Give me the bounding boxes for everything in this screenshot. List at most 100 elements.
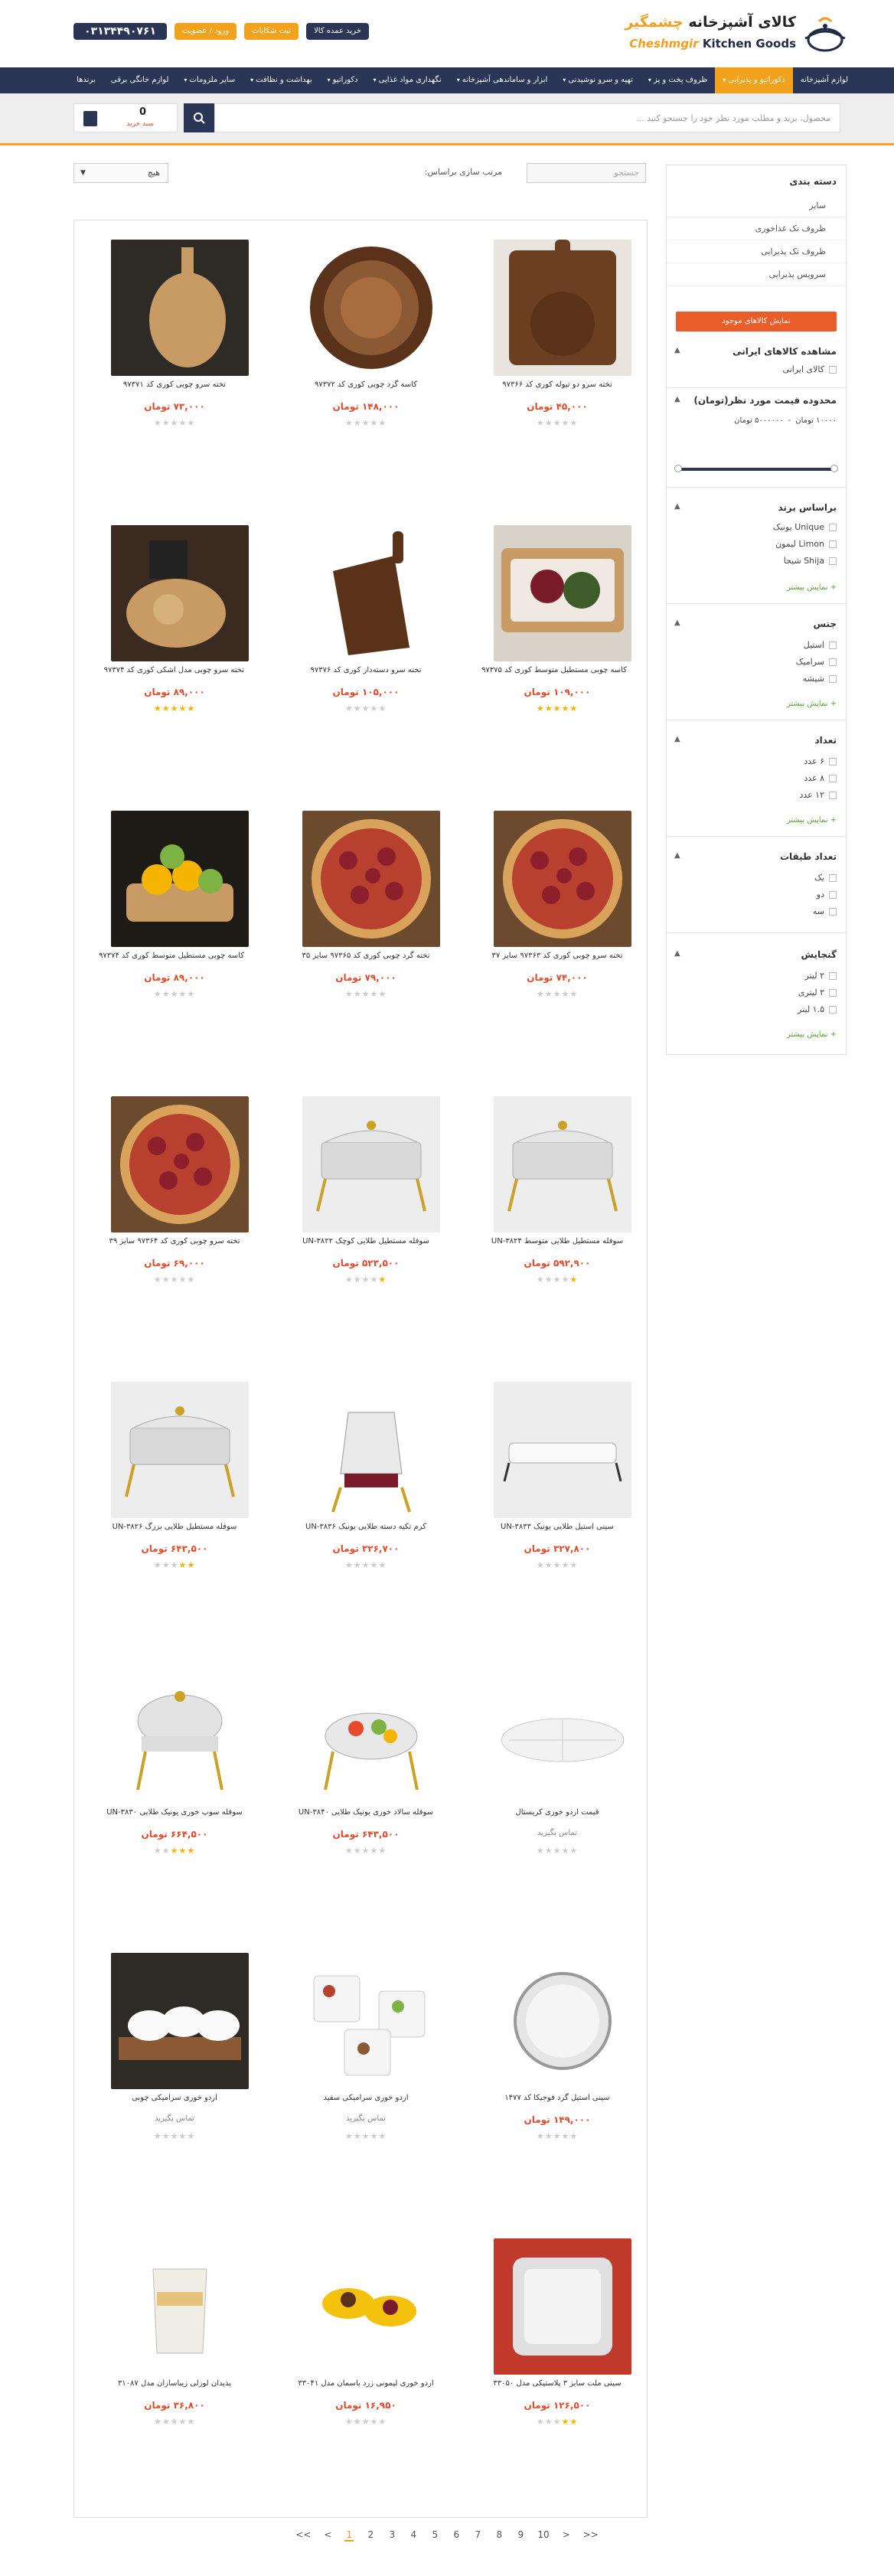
product-name[interactable]: سوفله سالاد خوری یونیک طلایی UN-۳۸۴۰ xyxy=(293,1807,439,1817)
capacity-checkbox[interactable]: ۲ لیتر xyxy=(805,971,837,981)
product-card[interactable]: کرم تکیه دسته طلایی یونیک UN-۳۸۳۶ ۳۲۶,۷۰۰… xyxy=(293,1363,440,1592)
product-name[interactable]: کاسه چوبی مستطیل متوسط کوری کد ۹۷۳۷۴ xyxy=(99,951,247,961)
chevron-up-icon[interactable]: ▲ xyxy=(674,395,680,403)
wholesale-button[interactable]: خرید عمده کالا xyxy=(306,23,369,40)
product-card[interactable]: تخته سرو دو تیوله کوری کد ۹۷۳۶۶ ۴۵,۰۰۰ تو… xyxy=(485,220,631,450)
yellow-bowls-img[interactable] xyxy=(302,2238,440,2375)
product-name[interactable]: تخته سرو چوبی مدل اشکی کوری کد ۹۷۳۷۴ xyxy=(102,665,247,675)
checkbox-box[interactable] xyxy=(829,641,837,649)
chafing-dish-img[interactable] xyxy=(111,1382,249,1518)
page-link[interactable]: < xyxy=(323,2529,332,2542)
product-card[interactable]: تخته سرو چوبی مدل اشکی کوری کد ۹۷۳۷۴ ۸۹,۰… xyxy=(102,506,249,736)
product-image[interactable] xyxy=(302,1667,440,1804)
product-name[interactable]: قیمت اردو خوری کریستال xyxy=(485,1807,630,1817)
product-name[interactable]: اردو خوری سرامیکی سفید xyxy=(293,2093,439,2103)
checkbox-box[interactable] xyxy=(829,971,837,980)
product-name[interactable]: کاسه گرد چوبی کوری کد ۹۷۳۷۲ xyxy=(293,380,439,390)
page-link[interactable]: 4 xyxy=(409,2529,418,2542)
checkbox-box[interactable] xyxy=(829,774,837,782)
wood-paddle-img[interactable] xyxy=(111,240,249,376)
page-link[interactable]: 1 xyxy=(344,2529,354,2542)
show-more-link[interactable]: + نمایش بیشتر xyxy=(787,816,837,824)
product-name[interactable]: تخته سرو دو تیوله کوری کد ۹۷۳۶۶ xyxy=(485,380,630,390)
checkbox-box[interactable] xyxy=(829,557,837,565)
search-button[interactable] xyxy=(184,103,214,132)
checkbox-box[interactable] xyxy=(829,1005,837,1014)
product-card[interactable]: اردو خوری سرامیکی سفید تماس بگیرید ★★★★★ xyxy=(293,1934,440,2163)
product-card[interactable]: سوفله مستطیل طلایی کوچک UN-۳۸۲۲ ۵۲۳,۵۰۰ ت… xyxy=(293,1077,440,1307)
phone-number[interactable]: ۰۳۱۳۴۴۹۰۷۶۱ xyxy=(73,23,167,40)
count-checkbox[interactable]: ۸ عدد xyxy=(804,773,837,783)
product-image[interactable] xyxy=(494,1382,631,1518)
nav-item[interactable]: برندها xyxy=(69,67,103,93)
complaint-button[interactable]: ثبت شکایات xyxy=(244,23,299,40)
product-image[interactable] xyxy=(302,1096,440,1232)
material-checkbox[interactable]: شیشه xyxy=(803,674,837,684)
product-name[interactable]: سینی ملت سایز ۳ پلاستیکی مدل ۳۳۰۵۰ xyxy=(485,2378,630,2388)
product-card[interactable]: سوفله مستطیل طلایی متوسط UN-۳۸۲۴ ۵۹۲,۹۰۰ … xyxy=(485,1077,631,1307)
product-image[interactable] xyxy=(494,1096,631,1232)
crystal-plate-img[interactable] xyxy=(494,1667,631,1804)
search-input[interactable]: محصول، برند و مطلب مورد نظر خود را جستجو… xyxy=(214,103,840,132)
product-name[interactable]: پذیدان لوزلی زیباسازان مدل ۳۱۰۸۷ xyxy=(102,2378,247,2388)
product-card[interactable]: تخته سرو چوبی کوری کد ۹۷۳۶۳ سایز ۳۷ ۷۴,۰۰… xyxy=(485,792,631,1021)
page-link[interactable]: > xyxy=(562,2529,571,2542)
nav-item[interactable]: دکوراتیو و پذیرایی▾ xyxy=(715,67,793,93)
product-card[interactable]: تخته سرو چوبی کوری کد ۹۷۳۷۱ ۷۳,۰۰۰ تومان ★… xyxy=(102,220,249,450)
checkbox-box[interactable] xyxy=(829,988,837,997)
page-link[interactable]: 2 xyxy=(366,2529,375,2542)
brand-checkbox[interactable]: Unique یونیک xyxy=(773,522,837,532)
product-image[interactable] xyxy=(111,1953,249,2089)
checkbox-box[interactable] xyxy=(829,791,837,799)
product-card[interactable]: پذیدان لوزلی زیباسازان مدل ۳۱۰۸۷ ۳۶,۸۰۰ ت… xyxy=(102,2219,249,2449)
product-name[interactable]: تخته سرو چوبی کوری کد ۹۷۳۶۳ سایز ۳۷ xyxy=(485,951,630,961)
ceramic-wood-img[interactable] xyxy=(111,1953,249,2089)
show-more-link[interactable]: + نمایش بیشتر xyxy=(787,583,837,592)
brand-checkbox[interactable]: Shija شیجا xyxy=(784,556,837,566)
product-image[interactable] xyxy=(302,1382,440,1518)
product-card[interactable]: سینی استیل گرد فوجیکا کد ۱۴۷۷ ۱۴۹,۰۰۰ توم… xyxy=(485,1934,631,2163)
checkbox-box[interactable] xyxy=(829,757,837,766)
page-link[interactable]: 9 xyxy=(516,2529,525,2542)
show-more-link[interactable]: + نمایش بیشتر xyxy=(787,700,837,708)
fruit-tray-img[interactable] xyxy=(111,811,249,947)
chafing-dish-img[interactable] xyxy=(494,1096,631,1232)
nav-item[interactable]: بهداشت و نظافت▾ xyxy=(243,67,319,93)
product-image[interactable] xyxy=(494,525,631,661)
warmer-jug-img[interactable] xyxy=(302,1382,440,1518)
checkbox-box[interactable] xyxy=(829,674,837,683)
product-name[interactable]: تخته سرو چوبی کوری کد ۹۷۳۷۱ xyxy=(102,380,247,390)
product-card[interactable]: کاسه گرد چوبی کوری کد ۹۷۳۷۲ ۱۴۸,۰۰۰ تومان… xyxy=(293,220,440,450)
price-slider[interactable] xyxy=(674,465,838,472)
pizza-board-img[interactable] xyxy=(494,811,631,947)
category-item[interactable]: سایر xyxy=(667,194,846,217)
product-image[interactable] xyxy=(302,1953,440,2089)
checkbox-box[interactable] xyxy=(829,523,837,531)
checkbox-box[interactable] xyxy=(829,658,837,666)
tiers-checkbox[interactable]: دو xyxy=(817,890,837,899)
product-name[interactable]: تخته سرو چوبی کوری کد ۹۷۳۶۴ سایز ۳۹ xyxy=(102,1236,247,1246)
wood-handle-board-img[interactable] xyxy=(302,525,440,661)
product-card[interactable]: تخته گرد چوبی کوری کد ۹۷۳۶۵ سایز ۳۵ ۷۹,۰۰… xyxy=(293,792,440,1021)
nav-item[interactable]: دکوراتیو▾ xyxy=(320,67,366,93)
nav-item[interactable]: سایر ملزومات▾ xyxy=(176,67,243,93)
page-link[interactable]: 6 xyxy=(452,2529,461,2542)
page-link[interactable]: 5 xyxy=(430,2529,439,2542)
product-name[interactable]: سینی استیل طلایی یونیک UN-۳۸۳۳ xyxy=(485,1522,630,1532)
checkbox-box[interactable] xyxy=(829,873,837,882)
pizza-board-img[interactable] xyxy=(111,1096,249,1232)
soup-warmer-img[interactable] xyxy=(111,1667,249,1804)
wood-bowl-img[interactable] xyxy=(302,240,440,376)
product-image[interactable] xyxy=(494,1667,631,1804)
product-image[interactable] xyxy=(494,1953,631,2089)
product-card[interactable]: سینی ملت سایز ۳ پلاستیکی مدل ۳۳۰۵۰ ۱۲۶,۵۰… xyxy=(485,2219,631,2449)
category-item[interactable]: سرویس پذیرایی xyxy=(667,263,846,286)
checkbox-box[interactable] xyxy=(829,907,837,916)
salad-warmer-img[interactable] xyxy=(302,1667,440,1804)
product-name[interactable]: سینی استیل گرد فوجیکا کد ۱۴۷۷ xyxy=(485,2093,630,2103)
product-name[interactable]: سوفله سوپ خوری یونیک طلایی UN-۳۸۳۰ xyxy=(102,1807,247,1817)
product-card[interactable]: اردو خوری سرامیکی چوبی تماس بگیرید ★★★★★ xyxy=(102,1934,249,2163)
chevron-up-icon[interactable]: ▲ xyxy=(674,851,680,860)
product-image[interactable] xyxy=(111,1096,249,1232)
nav-item[interactable]: ابزار و ساماندهی آشپزخانه▾ xyxy=(449,67,556,93)
